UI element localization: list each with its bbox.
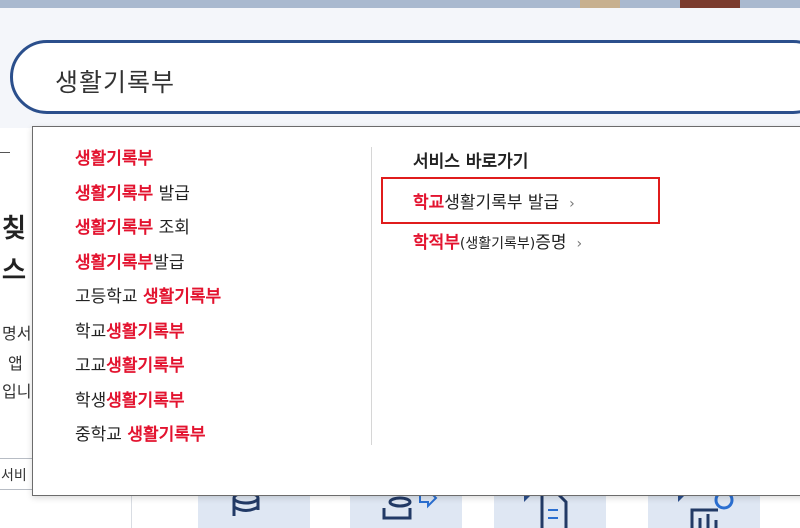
suggestion-text: 조회 xyxy=(153,218,190,238)
suggestion-text: 발급 xyxy=(153,183,190,204)
suggestion-item[interactable]: 중학교 생활기록부 xyxy=(75,423,221,458)
column-divider xyxy=(371,147,372,445)
suggestion-item[interactable]: 생활기록부발급 xyxy=(75,251,221,286)
banner-decoration xyxy=(580,0,620,8)
chevron-right-icon: › xyxy=(576,236,583,252)
suggestion-item[interactable]: 생활기록부 조회 xyxy=(75,216,221,251)
chevron-right-icon: › xyxy=(569,196,575,212)
divider xyxy=(0,152,10,153)
service-link-text: 증명 xyxy=(535,233,567,253)
background-text: 앱 xyxy=(8,354,23,373)
service-shortcuts-title: 서비스 바로가기 xyxy=(413,152,529,172)
service-link-highlight: 학적부 xyxy=(413,233,460,253)
background-text: 명서 xyxy=(2,324,32,343)
suggestion-item[interactable]: 고교생활기록부 xyxy=(75,354,221,389)
background-text: 입니 xyxy=(2,382,32,401)
suggestion-text: 중학교 xyxy=(75,425,128,445)
suggestion-highlight: 생활기록부 xyxy=(106,356,185,376)
background-heading: 스 xyxy=(2,256,26,286)
suggestion-item[interactable]: 학교생활기록부 xyxy=(75,320,221,355)
suggestion-highlight: 생활기록부 xyxy=(106,321,185,342)
suggestion-item[interactable]: 고등학교 생활기록부 xyxy=(75,285,221,320)
banner-decoration xyxy=(680,0,740,8)
suggestion-text: 발급 xyxy=(153,252,185,273)
autocomplete-dropdown: 생활기록부 생활기록부 발급 생활기록부 조회 생활기록부발급 고등학교 생활기… xyxy=(32,126,800,496)
suggestion-item[interactable]: 학생생활기록부 xyxy=(75,389,221,424)
suggestion-highlight: 생활기록부 xyxy=(75,252,154,273)
search-bar[interactable]: 생활기록부 xyxy=(10,40,800,114)
suggestion-text: 학생 xyxy=(75,390,107,411)
suggestion-highlight: 생활기록부 xyxy=(75,183,154,204)
suggestion-highlight: 생활기록부 xyxy=(75,149,154,169)
suggestion-text: 고등학교 xyxy=(75,287,143,307)
service-link-text: 생활기록부 발급 xyxy=(444,193,560,213)
suggestion-highlight: 생활기록부 xyxy=(75,218,154,238)
service-link-academic-record-certificate[interactable]: 학적부(생활기록부)증명 › xyxy=(413,228,582,253)
suggestion-highlight: 생활기록부 xyxy=(106,390,185,411)
top-banner-strip xyxy=(0,0,800,8)
suggestion-text: 고교 xyxy=(75,356,107,376)
suggestion-list: 생활기록부 생활기록부 발급 생활기록부 조회 생활기록부발급 고등학교 생활기… xyxy=(75,147,221,458)
suggestion-highlight: 생활기록부 xyxy=(142,287,222,307)
suggestion-text: 학교 xyxy=(75,321,107,342)
suggestion-item[interactable]: 생활기록부 발급 xyxy=(75,182,221,217)
suggestion-item[interactable]: 생활기록부 xyxy=(75,147,221,182)
background-heading: 칮 xyxy=(2,214,26,244)
service-link-school-record-issue[interactable]: 학교생활기록부 발급 › xyxy=(413,188,575,213)
search-input[interactable]: 생활기록부 xyxy=(55,63,175,99)
suggestion-highlight: 생활기록부 xyxy=(127,425,206,445)
service-link-text: (생활기록부) xyxy=(459,236,536,252)
service-link-highlight: 학교 xyxy=(413,193,445,213)
